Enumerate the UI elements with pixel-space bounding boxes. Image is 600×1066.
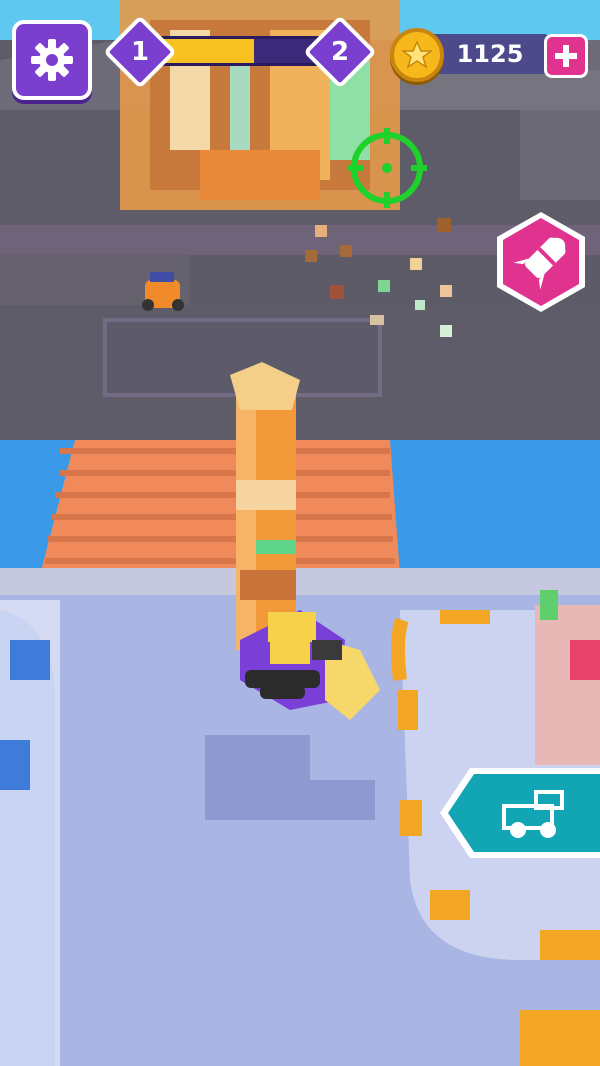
star-coin-icon bbox=[390, 28, 444, 82]
plus-icon bbox=[555, 45, 577, 67]
current-level-label: 1 bbox=[130, 37, 150, 67]
target-crosshair-icon bbox=[347, 128, 427, 208]
level-progress-bar bbox=[150, 36, 325, 66]
add-coins-button[interactable] bbox=[544, 34, 588, 78]
game-scene bbox=[0, 0, 600, 1066]
gear-icon bbox=[31, 39, 73, 81]
change-vehicle-button[interactable] bbox=[440, 766, 600, 860]
settings-button[interactable] bbox=[12, 20, 92, 100]
coin-count: 1125 bbox=[456, 40, 524, 68]
missile-ability-button[interactable] bbox=[493, 210, 589, 314]
next-level-label: 2 bbox=[330, 37, 350, 67]
game-viewport[interactable]: 1 2 1125 bbox=[0, 0, 600, 1066]
